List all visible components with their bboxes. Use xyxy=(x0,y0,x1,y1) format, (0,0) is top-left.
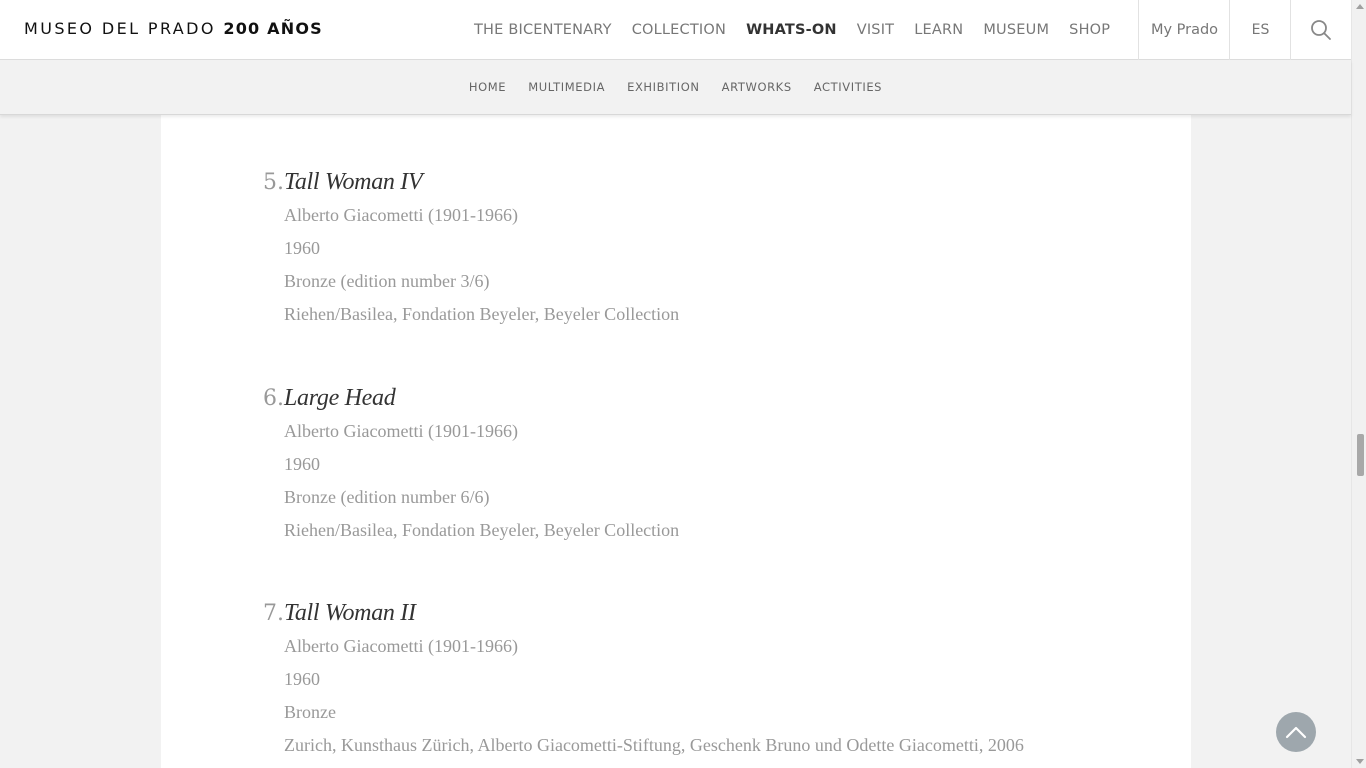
artwork-date: 1960 xyxy=(284,669,320,689)
nav-item-visit[interactable]: VISIT xyxy=(857,22,895,38)
main-nav: THE BICENTENARY COLLECTION WHATS-ON VISI… xyxy=(474,0,1130,60)
artwork-location: Zurich, Kunsthaus Zürich, Alberto Giacom… xyxy=(284,735,1024,755)
subnav-item-artworks[interactable]: ARTWORKS xyxy=(722,80,792,94)
logo-text: MUSEO DEL PRADO xyxy=(24,19,216,38)
logo-anniversary: 200 AÑOS xyxy=(223,19,323,38)
page-scrollbar[interactable] xyxy=(1351,0,1366,768)
artwork-artist: Alberto Giacometti (1901-1966) xyxy=(284,421,518,441)
nav-item-learn[interactable]: LEARN xyxy=(914,22,963,38)
artwork-list: 5. Tall Woman IV Alberto Giacometti (190… xyxy=(161,115,1191,768)
language-switch[interactable]: ES xyxy=(1229,0,1291,60)
subnav-item-home[interactable]: HOME xyxy=(469,80,506,94)
nav-item-collection[interactable]: COLLECTION xyxy=(632,22,726,38)
artwork-number: 6. xyxy=(263,386,284,411)
subnav-item-activities[interactable]: ACTIVITIES xyxy=(814,80,882,94)
artwork-title: Tall Woman II xyxy=(284,600,416,626)
search-icon xyxy=(1311,20,1331,40)
subnav-item-exhibition[interactable]: EXHIBITION xyxy=(627,80,700,94)
artwork-artist: Alberto Giacometti (1901-1966) xyxy=(284,205,518,225)
nav-item-shop[interactable]: SHOP xyxy=(1069,22,1110,38)
scroll-down-arrow[interactable] xyxy=(1356,759,1364,764)
scrollbar-thumb[interactable] xyxy=(1357,434,1364,476)
search-button[interactable] xyxy=(1290,0,1351,60)
artwork-medium: Bronze (edition number 3/6) xyxy=(284,271,490,291)
top-header: MUSEO DEL PRADO 200 AÑOS THE BICENTENARY… xyxy=(0,0,1351,60)
nav-item-bicentenary[interactable]: THE BICENTENARY xyxy=(474,22,612,38)
artwork-number: 5. xyxy=(263,170,284,195)
artwork-location: Riehen/Basilea, Fondation Beyeler, Beyel… xyxy=(284,304,680,324)
scroll-up-arrow[interactable] xyxy=(1356,4,1364,9)
artwork-date: 1960 xyxy=(284,238,320,258)
nav-item-museum[interactable]: MUSEUM xyxy=(983,22,1049,38)
artwork-number: 7. xyxy=(263,601,284,626)
nav-item-whats-on[interactable]: WHATS-ON xyxy=(746,22,837,38)
subnav-item-multimedia[interactable]: MULTIMEDIA xyxy=(528,80,605,94)
artwork-title: Large Head xyxy=(284,385,396,411)
artwork-location: Riehen/Basilea, Fondation Beyeler, Beyel… xyxy=(284,520,680,540)
artwork-date: 1960 xyxy=(284,454,320,474)
chevron-up-icon xyxy=(1285,726,1307,739)
artwork-title: Tall Woman IV xyxy=(284,169,423,195)
artwork-artist: Alberto Giacometti (1901-1966) xyxy=(284,636,518,656)
back-to-top-button[interactable] xyxy=(1276,712,1316,752)
artwork-medium: Bronze (edition number 6/6) xyxy=(284,487,490,507)
sub-nav: HOME MULTIMEDIA EXHIBITION ARTWORKS ACTI… xyxy=(0,60,1351,115)
my-prado-link[interactable]: My Prado xyxy=(1138,0,1230,60)
site-logo[interactable]: MUSEO DEL PRADO 200 AÑOS xyxy=(24,19,323,38)
artwork-medium: Bronze xyxy=(284,702,336,722)
